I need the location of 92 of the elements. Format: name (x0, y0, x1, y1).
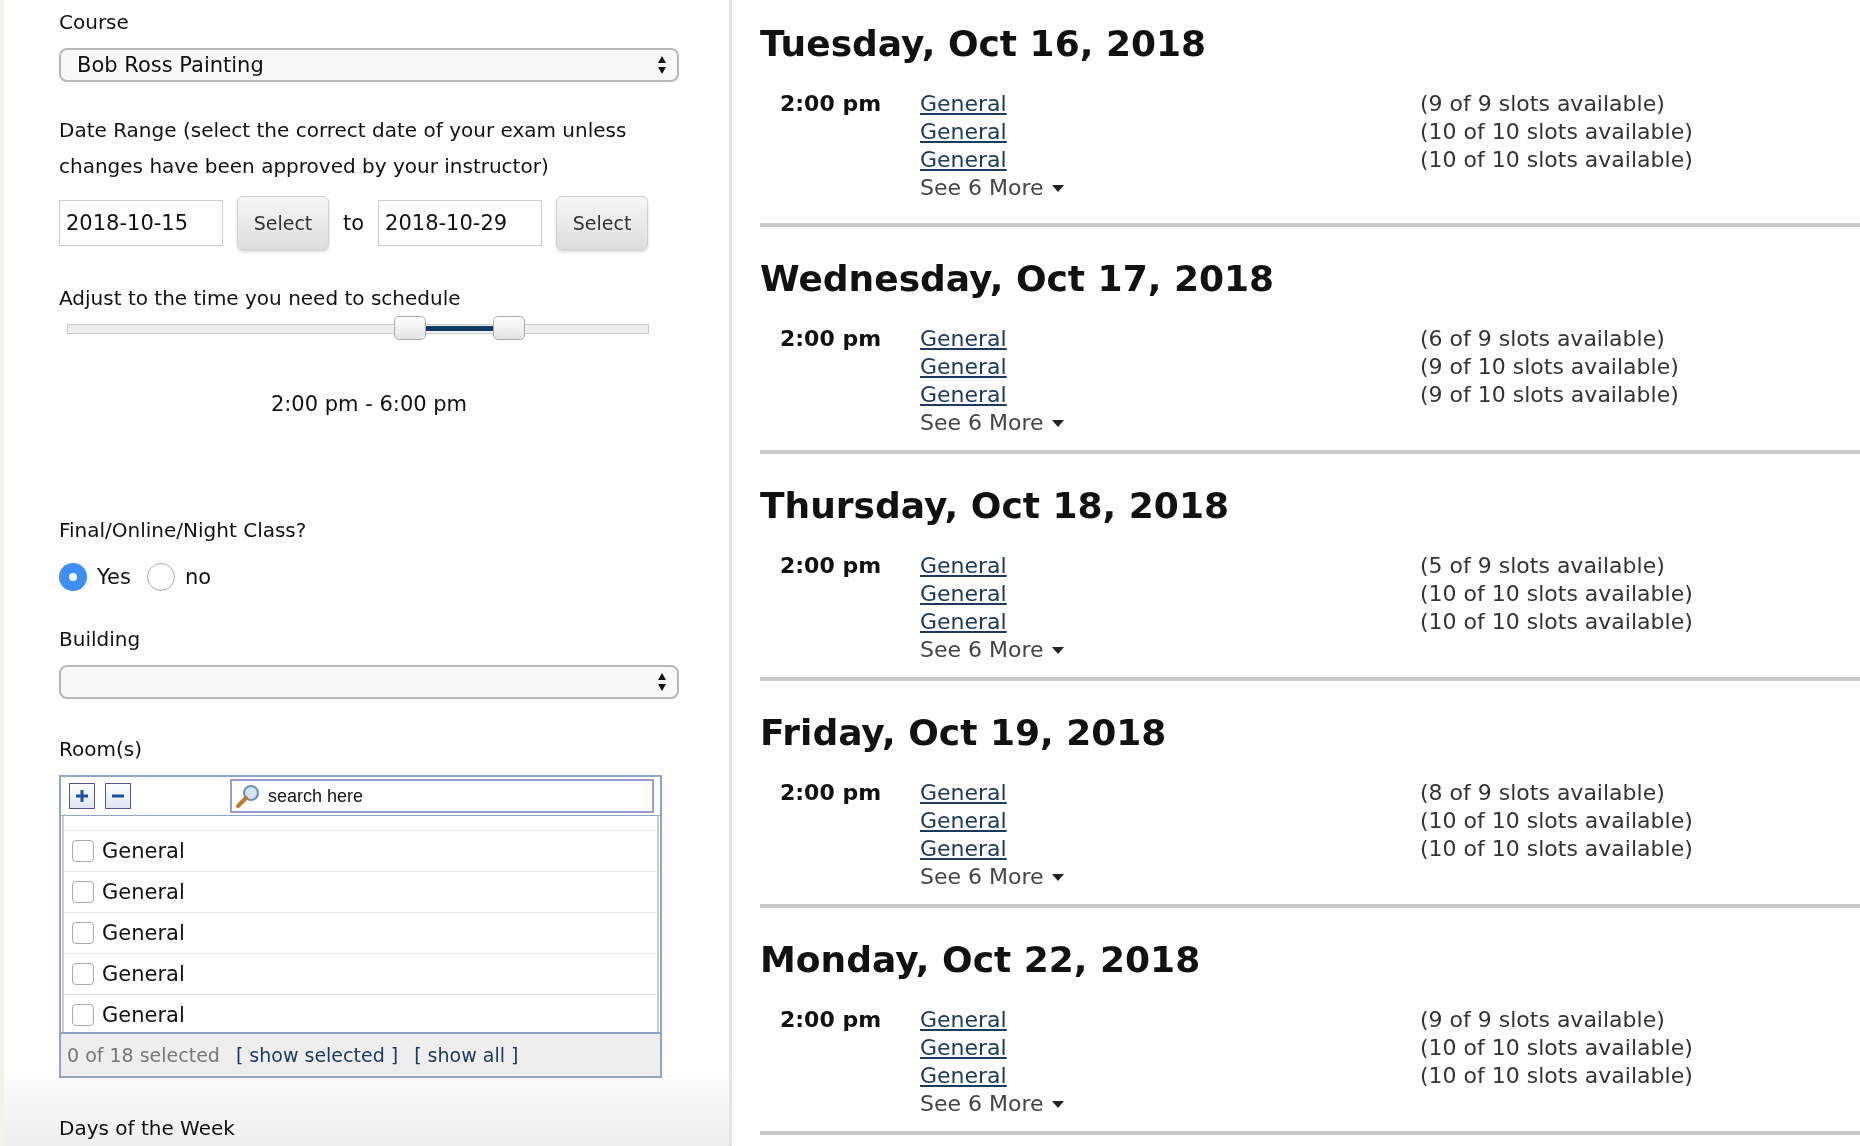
building-label: Building (59, 626, 142, 653)
checkbox[interactable] (72, 1004, 94, 1026)
checkbox[interactable] (72, 963, 94, 985)
room-link[interactable]: General (920, 835, 1007, 863)
select-button[interactable]: Select (237, 196, 329, 250)
time-text: 2:00 pm (780, 553, 882, 578)
slots-text: (10 of 10 slots available) (1420, 146, 1693, 174)
date-range-label: Date Range (select the correct date of your exam unless changes have been approved by your instructor) (59, 117, 628, 180)
room-link[interactable]: General (920, 779, 1007, 807)
to-date-field[interactable]: 2018-10-29 (378, 200, 543, 246)
slots-text: (5 of 9 slots available) (1420, 552, 1665, 580)
room-link[interactable]: General (920, 146, 1007, 174)
radio-button[interactable] (146, 563, 175, 591)
see-more-toggle[interactable]: See 6 More (920, 409, 1064, 437)
room-link[interactable]: General (920, 807, 1007, 835)
show-selected-link[interactable]: [ show selected ] (235, 1044, 399, 1066)
slots-text: (9 of 10 slots available) (1420, 353, 1679, 381)
room-link[interactable]: General (920, 1034, 1007, 1062)
room-link[interactable]: General (920, 608, 1007, 636)
slider-range (426, 326, 494, 331)
building-select[interactable] (59, 665, 679, 699)
to-label: to (343, 211, 365, 235)
room-option: General (102, 921, 185, 945)
select-button[interactable]: Select (556, 196, 649, 250)
room-link[interactable]: General (920, 118, 1007, 146)
slots-text: (10 of 10 slots available) (1420, 118, 1693, 146)
room-option: General (102, 962, 185, 986)
room-link[interactable]: General (920, 580, 1007, 608)
slots-text: (8 of 9 slots available) (1420, 779, 1665, 807)
slots-text: (10 of 10 slots available) (1420, 608, 1693, 636)
room-option: General (102, 839, 185, 863)
day-heading: Friday, Oct 19, 2018 (760, 711, 1168, 755)
slots-text: (9 of 10 slots available) (1420, 381, 1679, 409)
room-link[interactable]: General (920, 1062, 1007, 1090)
show-all-link[interactable]: [ show all ] (414, 1044, 519, 1066)
caret-icon (1051, 1100, 1064, 1108)
see-more-toggle[interactable]: See 6 More (920, 863, 1064, 891)
checkbox[interactable] (72, 881, 94, 903)
slider-thumb[interactable] (493, 316, 526, 340)
room-link[interactable]: General (920, 552, 1007, 580)
slots-text: (10 of 10 slots available) (1420, 1034, 1693, 1062)
room-option: General (102, 880, 185, 904)
slots-text: (9 of 9 slots available) (1420, 1006, 1665, 1034)
caret-icon (1051, 646, 1064, 654)
slots-text: (10 of 10 slots available) (1420, 1062, 1693, 1090)
search-field[interactable]: search here (230, 779, 654, 813)
collapse-all-button[interactable] (105, 783, 131, 809)
slots-text: (10 of 10 slots available) (1420, 835, 1693, 863)
checkbox[interactable] (72, 922, 94, 944)
room-option: General (102, 1003, 185, 1027)
slots-text: (9 of 9 slots available) (1420, 90, 1665, 118)
caret-icon (1051, 873, 1064, 881)
slots-text: (10 of 10 slots available) (1420, 807, 1693, 835)
time-text: 2:00 pm (780, 326, 882, 351)
radio-label: Yes (97, 565, 131, 589)
day-heading: Wednesday, Oct 17, 2018 (760, 257, 1276, 301)
room-link[interactable]: General (920, 381, 1007, 409)
course-label: Course (59, 9, 130, 36)
slider-thumb[interactable] (394, 316, 427, 340)
room-link[interactable]: General (920, 1006, 1007, 1034)
room-link[interactable]: General (920, 90, 1007, 118)
time-text: 2:00 pm (780, 1007, 882, 1032)
time-range-text: 2:00 pm - 6:00 pm (270, 392, 468, 416)
time-text: 2:00 pm (780, 780, 882, 805)
expand-all-button[interactable] (69, 783, 95, 809)
search-icon (235, 783, 261, 809)
radio-label: no (184, 565, 212, 589)
caret-icon (1051, 419, 1064, 427)
room-link[interactable]: General (920, 353, 1007, 381)
time-slider-label: Adjust to the time you need to schedule (59, 285, 462, 312)
day-heading: Monday, Oct 22, 2018 (760, 938, 1202, 982)
rooms-label: Room(s) (59, 736, 143, 763)
caret-icon (1051, 184, 1064, 192)
see-more-toggle[interactable]: See 6 More (920, 1090, 1064, 1118)
final-class-label: Final/Online/Night Class? (59, 517, 308, 544)
selection-count: 0 of 18 selected (67, 1044, 220, 1066)
plus-icon (75, 789, 89, 803)
day-heading: Tuesday, Oct 16, 2018 (760, 22, 1208, 66)
updown-arrows-icon (657, 55, 667, 75)
updown-arrows-icon (657, 672, 667, 692)
slots-text: (10 of 10 slots available) (1420, 580, 1693, 608)
room-link[interactable]: General (920, 325, 1007, 353)
from-date-field[interactable]: 2018-10-15 (59, 200, 223, 246)
see-more-toggle[interactable]: See 6 More (920, 174, 1064, 202)
see-more-toggle[interactable]: See 6 More (920, 636, 1064, 664)
course-select[interactable]: Bob Ross Painting (59, 48, 679, 82)
time-text: 2:00 pm (780, 91, 882, 116)
slots-text: (6 of 9 slots available) (1420, 325, 1665, 353)
checkbox[interactable] (72, 840, 94, 862)
radio-button[interactable] (59, 563, 87, 591)
days-of-week-label: Days of the Week (59, 1115, 236, 1142)
day-heading: Thursday, Oct 18, 2018 (760, 484, 1231, 528)
